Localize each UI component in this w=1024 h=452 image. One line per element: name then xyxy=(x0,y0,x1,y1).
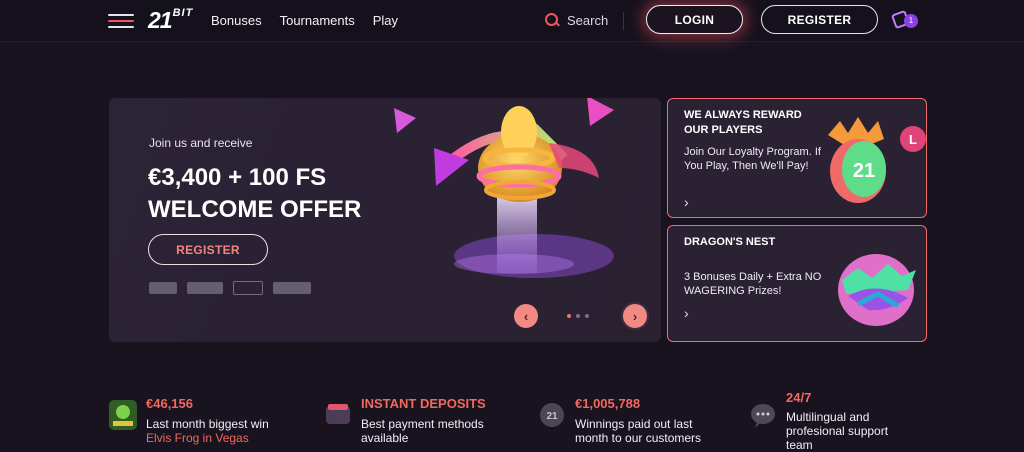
chevron-right-icon: › xyxy=(684,305,689,321)
loyalty-card[interactable]: WE ALWAYS REWARD OUR PLAYERS Join Our Lo… xyxy=(667,98,927,218)
stat-line: Last month biggest win xyxy=(146,417,269,431)
search-label: Search xyxy=(567,12,609,28)
main-nav: Bonuses Tournaments Play xyxy=(211,13,398,28)
carousel-dot[interactable] xyxy=(576,314,580,318)
hero-register-button[interactable]: REGISTER xyxy=(148,234,268,265)
stat-text: Winnings paid out last month to our cust… xyxy=(575,417,701,445)
chat-bubble-icon xyxy=(751,404,775,428)
stat-value: INSTANT DEPOSITS xyxy=(361,396,486,411)
elvis-frog-game-icon[interactable] xyxy=(109,400,137,430)
login-button[interactable]: LOGIN xyxy=(646,5,743,34)
partner-logos xyxy=(149,281,311,295)
menu-icon[interactable] xyxy=(108,14,134,28)
carousel-dot[interactable] xyxy=(585,314,589,318)
stat-line: available xyxy=(361,431,409,445)
stat-value: 24/7 xyxy=(786,390,812,405)
hero-banner: Join us and receive €3,400 + 100 FS WELC… xyxy=(109,98,661,342)
carousel-prev-button[interactable]: ‹ xyxy=(514,304,538,328)
nav-tournaments[interactable]: Tournaments xyxy=(280,13,355,28)
partner-logo xyxy=(149,282,177,294)
wallet-icon xyxy=(326,404,350,424)
mascot-illustration xyxy=(394,98,614,278)
loyalty-card-desc: Join Our Loyalty Program. If You Play, T… xyxy=(684,146,821,172)
dragon-egg-illustration xyxy=(838,254,916,326)
register-button-header[interactable]: REGISTER xyxy=(761,5,878,34)
stat-line: team xyxy=(786,438,813,452)
stat-text: Multilingual and profesional support tea… xyxy=(786,410,888,452)
stat-line: profesional support xyxy=(786,424,889,438)
site-logo[interactable]: 21BIT xyxy=(148,7,193,33)
header-divider xyxy=(623,12,624,30)
coin-21-icon: 21 xyxy=(540,403,564,427)
carousel-next-button[interactable]: › xyxy=(623,304,647,328)
dragons-nest-title: DRAGON'S NEST xyxy=(684,236,776,248)
carousel-dots xyxy=(567,314,589,318)
partner-logo xyxy=(233,281,263,295)
svg-text:L: L xyxy=(909,132,917,147)
loyalty-coin-illustration: 21 L xyxy=(828,117,926,203)
svg-text:21: 21 xyxy=(853,160,875,182)
stat-text: Last month biggest win Elvis Frog in Veg… xyxy=(146,417,269,445)
nav-play[interactable]: Play xyxy=(373,13,398,28)
svg-text:21: 21 xyxy=(546,411,558,422)
hero-headline-line1: €3,400 + 100 FS xyxy=(148,164,327,191)
search-button[interactable]: Search xyxy=(544,12,608,28)
hero-headline-line2: WELCOME OFFER xyxy=(148,196,362,223)
stat-line: Best payment methods xyxy=(361,417,484,431)
stat-text: Best payment methods available xyxy=(361,417,484,445)
gift-icon[interactable]: 1 xyxy=(890,9,918,30)
chevron-right-icon: › xyxy=(684,194,689,210)
partner-logo xyxy=(187,282,223,294)
dragons-nest-desc: 3 Bonuses Daily + Extra NO WAGERING Priz… xyxy=(684,271,822,297)
hero-intro: Join us and receive xyxy=(149,136,253,150)
stat-line: Winnings paid out last xyxy=(575,417,693,431)
dragons-nest-card[interactable]: DRAGON'S NEST 3 Bonuses Daily + Extra NO… xyxy=(667,225,927,342)
stat-game-link[interactable]: Elvis Frog in Vegas xyxy=(146,431,269,445)
partner-logo xyxy=(273,282,311,294)
loyalty-card-title: WE ALWAYS REWARD OUR PLAYERS xyxy=(684,109,802,136)
top-header: 21BIT Bonuses Tournaments Play Search LO… xyxy=(0,0,1024,42)
stat-line: month to our customers xyxy=(575,431,702,445)
carousel-dot[interactable] xyxy=(567,314,571,318)
stat-value: €46,156 xyxy=(146,396,193,411)
stat-line: Multilingual and xyxy=(786,410,870,424)
stat-value: €1,005,788 xyxy=(575,396,641,411)
nav-bonuses[interactable]: Bonuses xyxy=(211,13,262,28)
hero-headline: €3,400 + 100 FS WELCOME OFFER xyxy=(148,162,361,226)
gift-count-badge: 1 xyxy=(904,14,918,28)
search-icon xyxy=(544,12,560,28)
